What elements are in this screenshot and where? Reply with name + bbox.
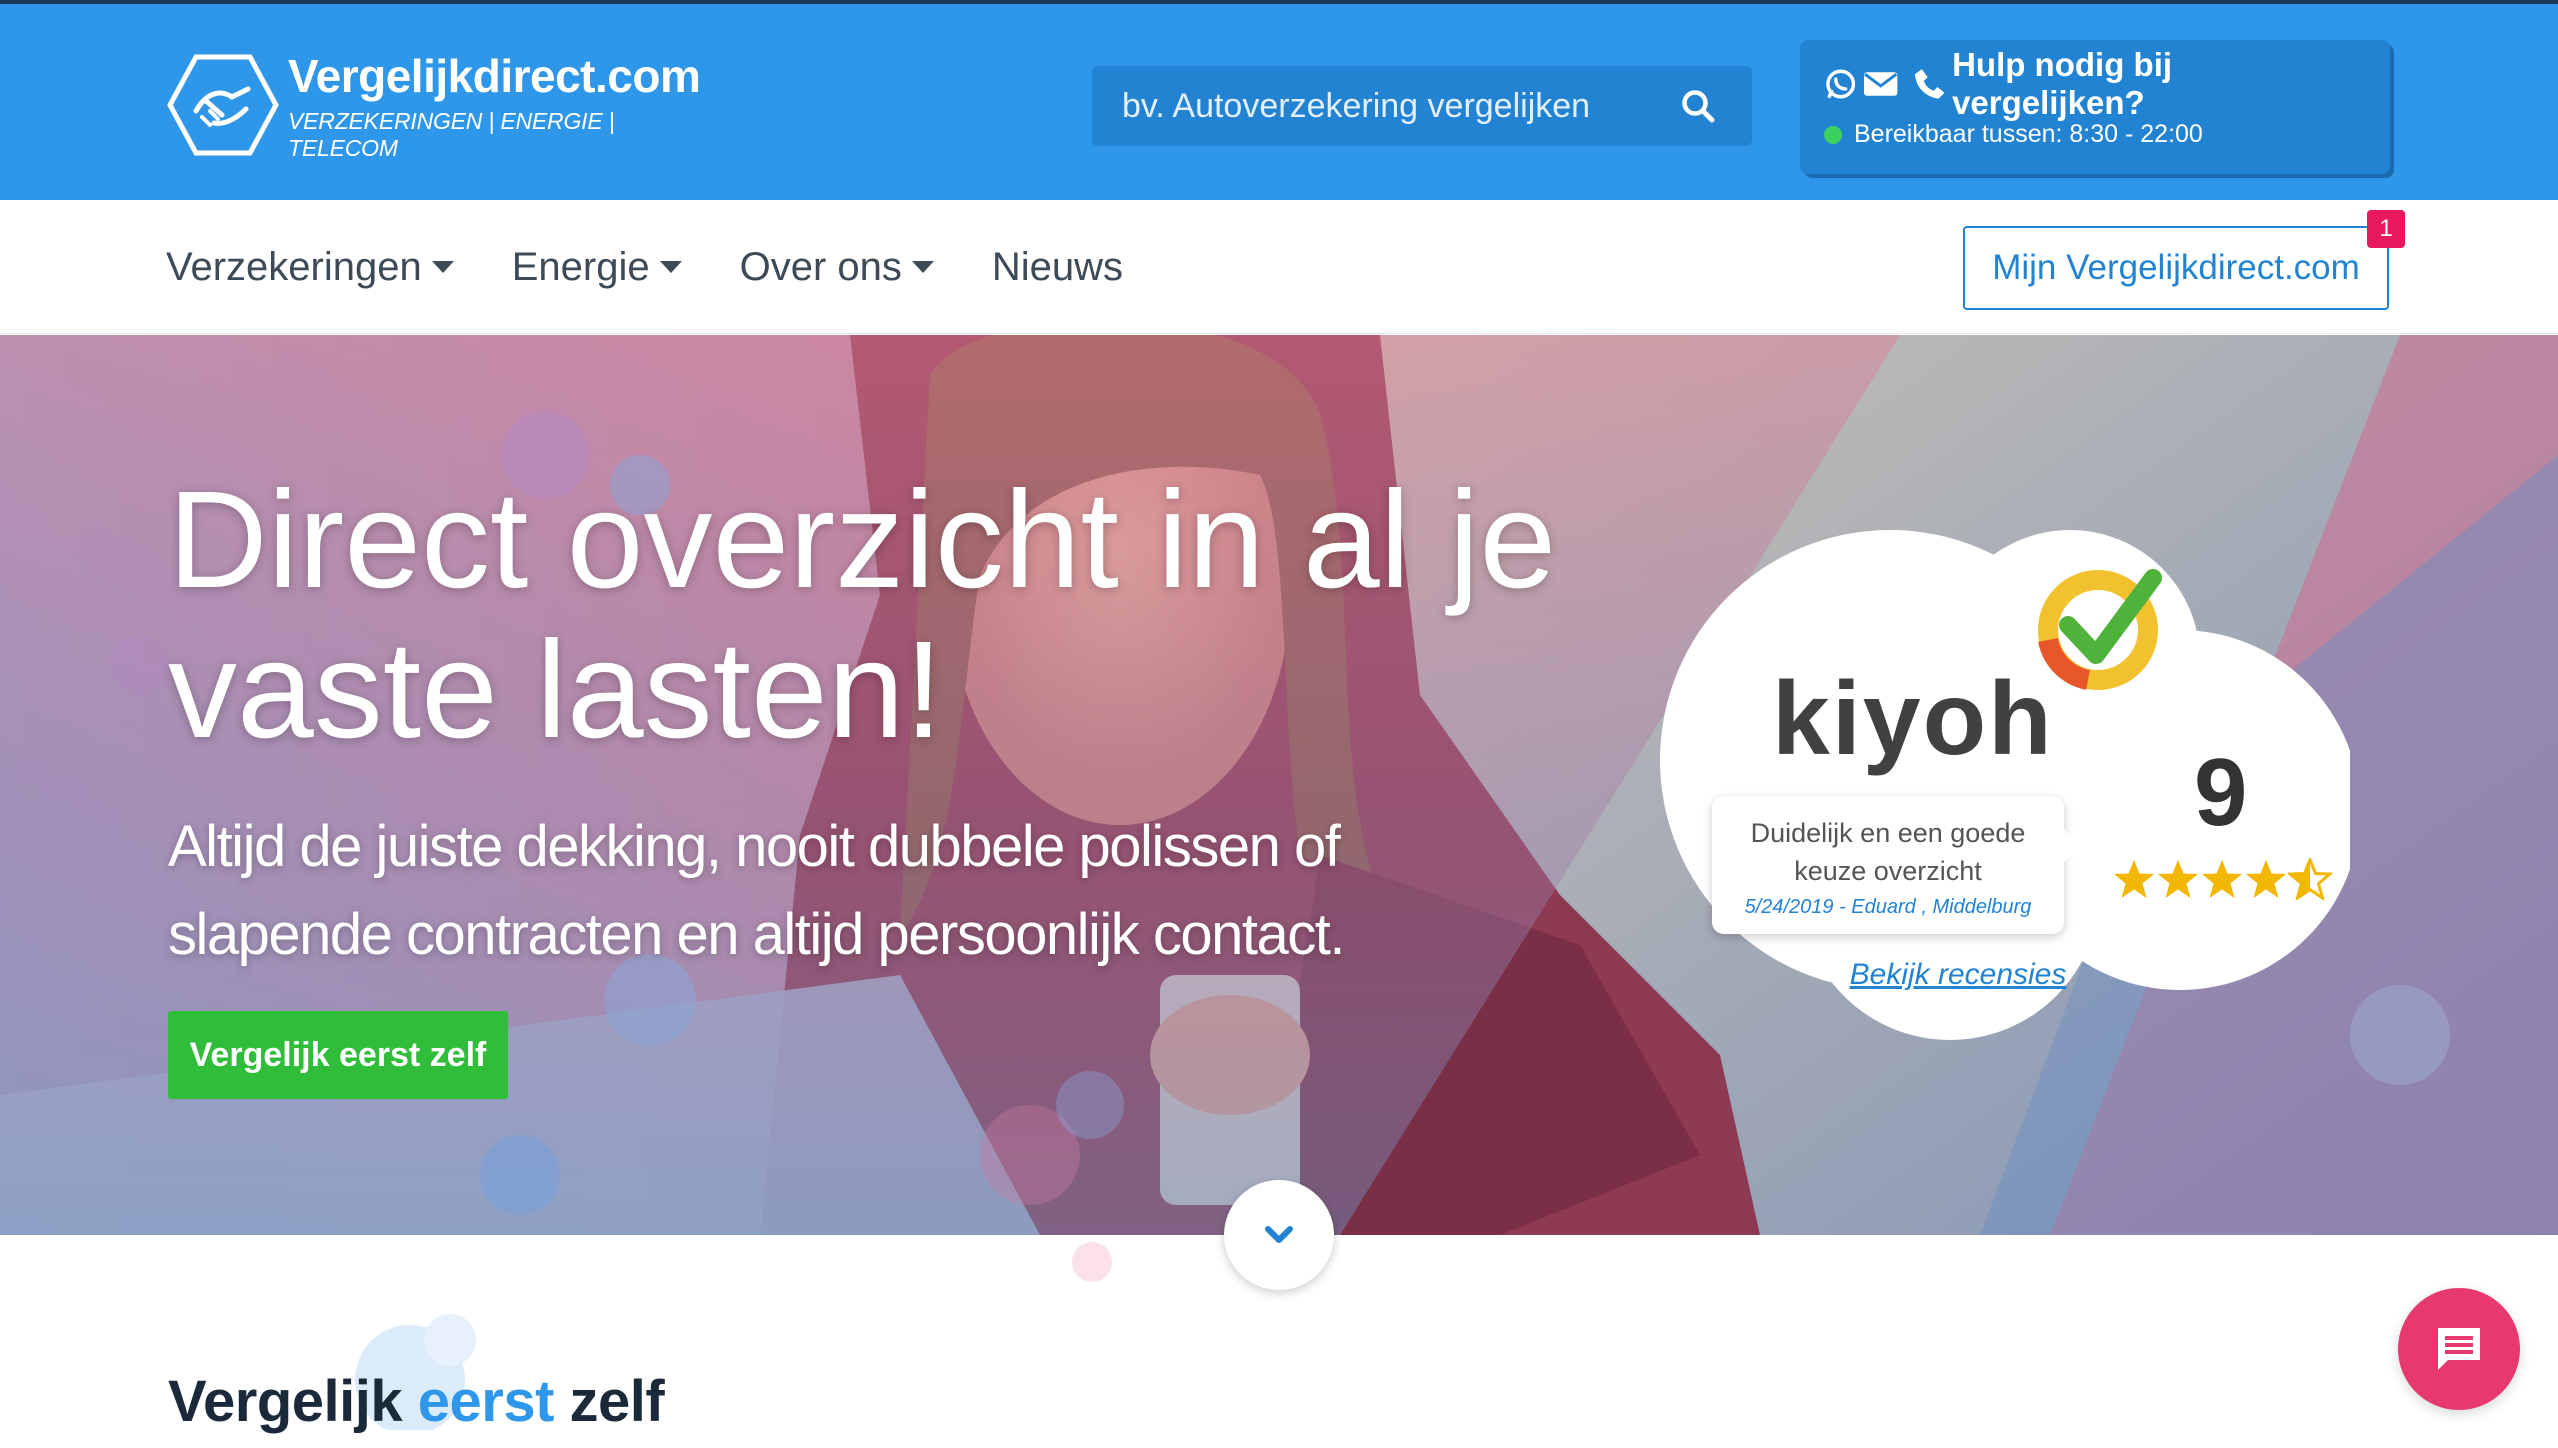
help-title: Hulp nodig bij vergelijken?	[1952, 46, 2173, 121]
star-icon	[2202, 860, 2242, 898]
search-button[interactable]	[1674, 82, 1722, 130]
search-bar	[1092, 66, 1752, 146]
section-title-part2: zelf	[569, 1369, 665, 1434]
kiyoh-score: 9	[2194, 739, 2248, 846]
kiyoh-review-widget: kiyoh 9 Duidelijk en een goede keuze ove…	[1650, 510, 2350, 1050]
caret-down-icon	[911, 261, 934, 273]
caret-down-icon	[431, 261, 454, 273]
section-title-part1: Vergelijk	[168, 1369, 403, 1434]
decorative-dot	[1072, 1242, 1112, 1282]
hero-banner: Direct overzicht in al je vaste lasten! …	[0, 335, 2558, 1235]
nav-item-label: Energie	[511, 244, 650, 289]
chevron-down-icon	[1265, 1226, 1293, 1243]
notification-badge: 1	[2367, 210, 2405, 248]
logo-tagline: VERZEKERINGEN | ENERGIE | TELECOM	[288, 108, 615, 161]
rating-stars	[2112, 858, 2332, 900]
nav-item-label: Nieuws	[991, 244, 1124, 289]
nav-item-nieuws[interactable]: Nieuws	[992, 245, 1123, 290]
star-icon	[2114, 860, 2154, 898]
nav-item-label: Over ons	[739, 244, 902, 289]
chat-icon	[2438, 1328, 2480, 1370]
hero-subtitle: Altijd de juiste dekking, nooit dubbele …	[168, 814, 1346, 967]
review-bubble: Duidelijk en een goede keuze overzicht 5…	[1712, 796, 2084, 934]
caret-down-icon	[659, 261, 682, 273]
star-half-icon	[2288, 858, 2332, 900]
view-reviews-link[interactable]: Bekijk recensies	[1808, 958, 2108, 992]
logo-badge-icon	[167, 54, 279, 156]
help-box[interactable]: Hulp nodig bij vergelijken? Bereikbaar t…	[1800, 40, 2390, 174]
main-nav: Verzekeringen Energie Over ons Nieuws Mi…	[0, 200, 2558, 334]
kiyoh-logo: kiyoh	[1772, 661, 2054, 777]
online-status-dot	[1824, 125, 1842, 144]
hero-title: Direct overzicht in al je vaste lasten!	[168, 463, 1557, 767]
site-logo[interactable]: Vergelijkdirect.com VERZEKERINGEN | ENER…	[166, 50, 701, 161]
nav-item-label: Verzekeringen	[166, 244, 422, 289]
search-icon	[1682, 90, 1715, 123]
checkmark-icon	[2038, 569, 2162, 690]
chat-button[interactable]	[2398, 1288, 2520, 1410]
nav-item-over-ons[interactable]: Over ons	[740, 245, 934, 290]
scroll-down-button[interactable]	[1224, 1180, 1334, 1290]
my-account-button[interactable]: Mijn Vergelijkdirect.com	[1963, 226, 2389, 310]
star-icon	[2246, 860, 2286, 898]
star-icon	[2158, 860, 2198, 898]
compare-cta-button[interactable]: Vergelijk eerst zelf	[168, 1011, 508, 1099]
top-header: Vergelijkdirect.com VERZEKERINGEN | ENER…	[0, 0, 2558, 200]
nav-item-energie[interactable]: Energie	[512, 245, 682, 290]
nav-item-verzekeringen[interactable]: Verzekeringen	[166, 245, 454, 290]
logo-name: Vergelijkdirect.com	[288, 50, 701, 102]
search-input[interactable]	[1122, 86, 1674, 126]
help-hours: Bereikbaar tussen: 8:30 - 22:00	[1854, 120, 2203, 148]
review-meta: 5/24/2019 - Eduard , Middelburg	[1744, 896, 2032, 918]
review-text: Duidelijk en een goede keuze overzicht	[1750, 818, 2026, 886]
section-title: Vergelijk eerst zelf	[168, 1368, 665, 1435]
whatsapp-icon	[1826, 69, 1856, 99]
section-title-accent: eerst	[417, 1369, 555, 1434]
envelope-icon	[1864, 72, 1898, 96]
phone-icon	[1914, 69, 1945, 99]
